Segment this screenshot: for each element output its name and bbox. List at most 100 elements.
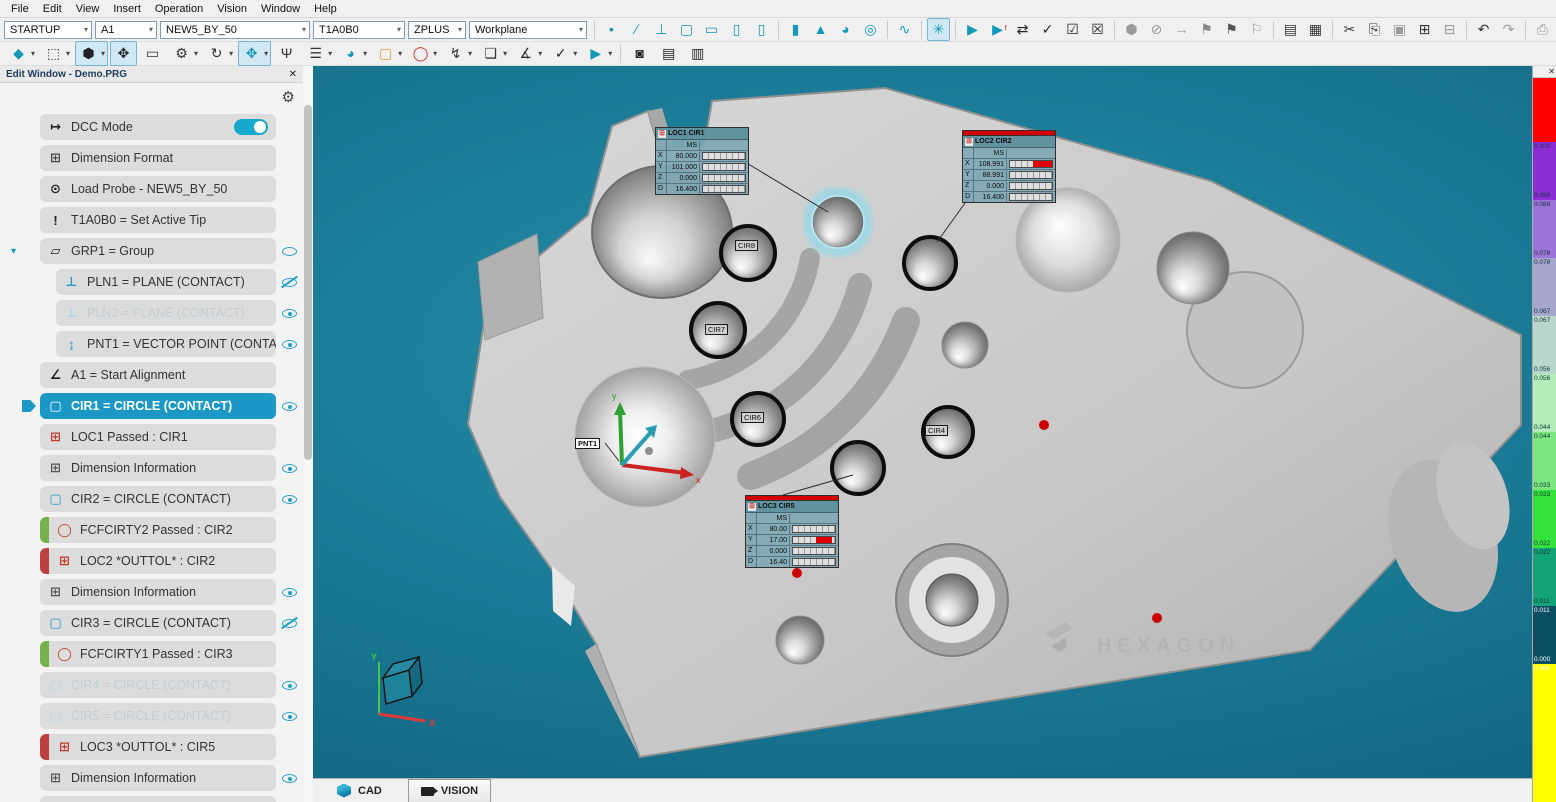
undo-icon[interactable]: ↶ <box>1472 18 1495 41</box>
menu-file[interactable]: File <box>4 3 36 15</box>
menu-insert[interactable]: Insert <box>106 3 148 15</box>
tree-item-button[interactable]: ∠A1 = Start Alignment <box>40 362 276 388</box>
rotate-view[interactable]: ↻▾ <box>203 41 236 66</box>
measured-circle[interactable] <box>904 237 956 289</box>
collision-check[interactable]: ⚙▾ <box>168 41 201 66</box>
sphere-feature-icon[interactable]: ◕ <box>834 18 857 41</box>
selected-measured-circle[interactable] <box>812 196 864 248</box>
tree-item-button[interactable]: ⊞Dimension Format <box>40 145 276 171</box>
tree-item-button[interactable]: ↨PNT1 = VECTOR POINT (CONTAC <box>56 331 276 357</box>
workplane-combo[interactable]: ZPLUS▾ <box>408 21 466 39</box>
visibility-eye-icon[interactable] <box>281 398 298 414</box>
scale-close-icon[interactable]: ✕ <box>1548 67 1555 76</box>
gear-icon[interactable]: ⚙ <box>282 88 295 106</box>
tree-item-button[interactable]: ◯FCFCIRTY2 Passed : CIR2 <box>40 517 276 543</box>
tree-item-button[interactable]: ▱GRP1 = Group <box>40 238 276 264</box>
visibility-eye-icon[interactable] <box>281 491 298 507</box>
menu-edit[interactable]: Edit <box>36 3 69 15</box>
stop-icon[interactable]: ⬢ <box>1120 18 1143 41</box>
probe-mode[interactable]: ◆▾ <box>5 41 38 66</box>
menu-window[interactable]: Window <box>254 3 307 15</box>
tree-item-button[interactable]: ▢CIR3 = CIRCLE (CONTACT) <box>40 610 276 636</box>
menu-vision[interactable]: Vision <box>210 3 254 15</box>
axis-combo[interactable]: A1▾ <box>95 21 157 39</box>
measured-circle[interactable] <box>721 226 775 280</box>
paste-icon[interactable]: ▣ <box>1388 18 1411 41</box>
tip-combo[interactable]: T1A0B0▾ <box>313 21 405 39</box>
tree-item-button[interactable]: ⊞LOC2 *OUTTOL* : CIR2 <box>40 548 276 574</box>
marker-icon[interactable]: ⚑ <box>1195 18 1218 41</box>
dim-label-loc1[interactable]: ⊞LOC1 CIR1MSX80.000Y101.000Z0.000D16.400 <box>655 127 749 195</box>
execute-mini[interactable]: ▶▾ <box>582 41 615 66</box>
report-table-icon[interactable]: ▦ <box>1304 18 1327 41</box>
copy-icon[interactable]: ⎘ <box>1363 18 1386 41</box>
scrollbar-thumb[interactable] <box>304 105 312 460</box>
measured-circle[interactable] <box>832 442 884 494</box>
no-entry-icon[interactable]: ⊘ <box>1145 18 1168 41</box>
visibility-eye-icon[interactable] <box>281 708 298 724</box>
tree-item-button[interactable]: ↦DCC Mode <box>40 114 276 140</box>
rect-zoom[interactable]: ▢▾ <box>372 41 405 66</box>
feature-tag-cir7[interactable]: CIR7 <box>705 324 728 335</box>
tree-item-button[interactable]: ▢CIR4 = CIRCLE (CONTACT) <box>40 672 276 698</box>
tree-item-button[interactable]: ⊞Dimension Information <box>40 579 276 605</box>
tree-item-button[interactable]: ◯FCFCIRTY1 Passed : CIR3 <box>40 641 276 667</box>
execute-loop-icon[interactable]: ⇄ <box>1011 18 1034 41</box>
visibility-eye-icon[interactable] <box>281 677 298 693</box>
feature-set[interactable]: ☰▾ <box>302 41 335 66</box>
report-list-icon[interactable]: ▤ <box>1279 18 1302 41</box>
probe-combo[interactable]: NEW5_BY_50▾ <box>160 21 310 39</box>
feature-tag-cir4[interactable]: CIR4 <box>925 425 948 436</box>
visibility-eye-icon[interactable] <box>281 336 298 352</box>
curve-feature-icon[interactable]: ∿ <box>893 18 916 41</box>
path-edit[interactable]: ↯▾ <box>442 41 475 66</box>
snapshot-camera[interactable]: ◙ <box>626 41 653 66</box>
plane-feature-icon[interactable]: ⊥ <box>650 18 673 41</box>
probe-vectors[interactable]: Ψ <box>273 41 300 66</box>
sphere-tool[interactable]: ◕▾ <box>337 41 370 66</box>
dim-label-loc3[interactable]: ⊞LOC3 CIR5MSX80.00Y17.00Z0.000D16.40 <box>745 495 839 568</box>
expander-icon[interactable]: ▾ <box>11 246 16 257</box>
report-window[interactable]: ▤ <box>655 41 682 66</box>
visibility-eye-icon[interactable] <box>281 305 298 321</box>
round-slot-feature-icon[interactable]: ▭ <box>700 18 723 41</box>
cone-feature-icon[interactable]: ▲ <box>809 18 832 41</box>
wireframe-view[interactable]: ⬚▾ <box>40 41 73 66</box>
execute-icon[interactable]: ▶ <box>961 18 984 41</box>
tree-item-button[interactable]: ⊥PLN2 = PLANE (CONTACT) <box>56 300 276 326</box>
confirm[interactable]: ✓▾ <box>547 41 580 66</box>
line-feature-icon[interactable]: ∕ <box>625 18 648 41</box>
visibility-eye-icon[interactable] <box>281 274 298 290</box>
tree-item-button[interactable]: ⊞LOC3 *OUTTOL* : CIR5 <box>40 734 276 760</box>
close-icon[interactable]: ✕ <box>289 69 297 80</box>
report-pass-icon[interactable]: ☑ <box>1061 18 1084 41</box>
menu-help[interactable]: Help <box>307 3 344 15</box>
tree-item-button[interactable]: ▢CIR6 = CIRCLE (CONTACT) <box>40 796 276 802</box>
pan-view[interactable]: ✥ <box>110 41 137 66</box>
tree-item-button[interactable]: ⊥PLN1 = PLANE (CONTACT) <box>56 269 276 295</box>
grid-edit-icon[interactable]: ⊟ <box>1438 18 1461 41</box>
tab-cad[interactable]: CAD <box>325 780 394 801</box>
mode-combo[interactable]: Workplane▾ <box>469 21 587 39</box>
tree-item-button[interactable]: ⊞Dimension Information <box>40 455 276 481</box>
report-fail-icon[interactable]: ☒ <box>1086 18 1109 41</box>
graph-window[interactable]: ▥ <box>684 41 711 66</box>
visibility-eye-icon[interactable] <box>281 615 298 631</box>
cad-viewport[interactable]: HEXAGON x y Y X CIR8CIR <box>313 66 1532 778</box>
redo-icon[interactable]: ↷ <box>1497 18 1520 41</box>
dim-label-loc2[interactable]: ⊞LOC2 CIR2MSX108.991Y88.991Z0.000D16.400 <box>962 130 1056 203</box>
print-icon[interactable]: ⎙ <box>1531 18 1554 41</box>
visibility-eye-icon[interactable] <box>281 584 298 600</box>
tree-item-button[interactable]: ⊞LOC1 Passed : CIR1 <box>40 424 276 450</box>
feature-tag-pnt1[interactable]: PNT1 <box>575 438 600 449</box>
marker-clear-icon[interactable]: ⚐ <box>1245 18 1268 41</box>
circle-feature-icon[interactable]: ▢ <box>675 18 698 41</box>
visibility-eye-icon[interactable] <box>281 460 298 476</box>
tree-item-button[interactable]: ▢CIR2 = CIRCLE (CONTACT) <box>40 486 276 512</box>
cylinder-feature-icon[interactable]: ▮ <box>784 18 807 41</box>
orientation-cube[interactable]: Y X <box>371 652 435 728</box>
window-layout[interactable]: ❏▾ <box>477 41 510 66</box>
angle-tool[interactable]: ∡▾ <box>512 41 545 66</box>
torus-feature-icon[interactable]: ◎ <box>859 18 882 41</box>
tab-vision[interactable]: VISION <box>408 779 491 802</box>
